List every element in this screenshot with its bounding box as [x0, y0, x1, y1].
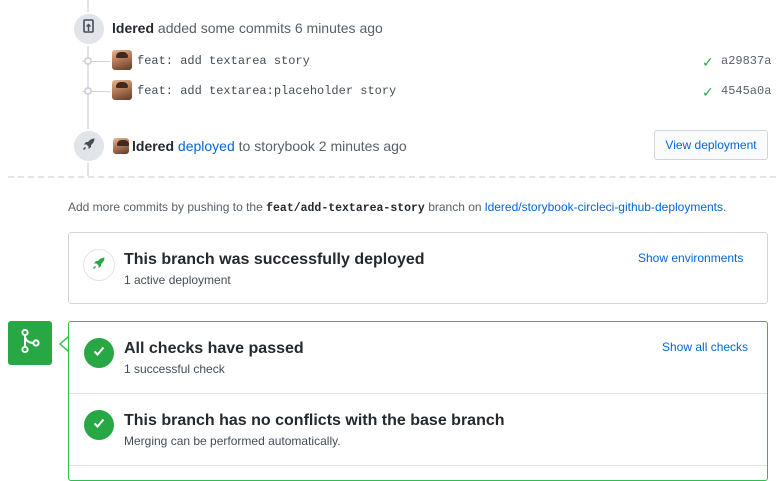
deployment-subtitle: 1 active deployment [124, 273, 231, 287]
checks-subtitle: 1 successful check [124, 362, 225, 376]
checks-success-badge [84, 338, 114, 368]
conflicts-subtitle: Merging can be performed automatically. [124, 434, 341, 448]
merge-section-divider [69, 393, 767, 394]
git-merge-icon [19, 328, 41, 359]
show-all-checks-link[interactable]: Show all checks [662, 338, 748, 356]
commit-sha[interactable]: 4545a0a [721, 81, 771, 101]
note-middle: branch on [428, 200, 482, 214]
rocket-icon [81, 136, 97, 157]
show-environments-link[interactable]: Show environments [638, 249, 743, 267]
conflicts-success-badge [84, 410, 114, 440]
avatar[interactable] [112, 80, 132, 100]
commit-dot [84, 87, 92, 95]
deployment-title: This branch was successfully deployed [124, 251, 425, 268]
commit-message[interactable]: feat: add textarea:placeholder story [137, 81, 396, 101]
merge-section-divider [69, 465, 767, 466]
timeline-divider [8, 176, 776, 178]
note-suffix: . [723, 200, 727, 214]
event-details: to storybook 2 minutes ago [238, 138, 407, 154]
commit-message[interactable]: feat: add textarea story [137, 51, 310, 71]
avatar[interactable] [112, 50, 132, 70]
event-author[interactable]: ldered [132, 138, 174, 154]
commit-dot [84, 57, 92, 65]
check-icon [92, 344, 106, 363]
event-time[interactable]: 6 minutes ago [295, 20, 383, 36]
conflicts-title: This branch has no conflicts with the ba… [124, 412, 505, 429]
repo-link[interactable]: ldered/storybook-circleci-github-deploym… [485, 200, 723, 214]
deploy-status-badge [83, 249, 115, 281]
merge-box-pointer-inner [61, 338, 68, 350]
commit-sha[interactable]: a29837a [721, 51, 771, 71]
repo-push-icon [82, 18, 96, 40]
event-author[interactable]: ldered [112, 20, 154, 36]
avatar[interactable] [113, 138, 129, 154]
check-icon[interactable]: ✓ [702, 52, 714, 72]
branch-name: feat/add-textarea-story [266, 202, 425, 215]
event-action: added some commits [157, 20, 291, 36]
merge-status-badge [8, 321, 52, 365]
view-deployment-button[interactable]: View deployment [654, 130, 768, 160]
check-icon[interactable]: ✓ [702, 82, 714, 102]
push-instructions: Add more commits by pushing to the feat/… [68, 198, 726, 218]
commit-event-badge [72, 12, 106, 46]
rocket-icon [91, 255, 107, 276]
deploy-event-text: ldered deployed to storybook 2 minutes a… [132, 136, 407, 156]
checks-title: All checks have passed [124, 340, 304, 357]
check-icon [92, 416, 106, 435]
note-prefix: Add more commits by pushing to the [68, 200, 263, 214]
deploy-event-badge [72, 129, 106, 163]
commits-event-text: ldered added some commits 6 minutes ago [112, 18, 383, 38]
deployed-link[interactable]: deployed [178, 138, 235, 154]
